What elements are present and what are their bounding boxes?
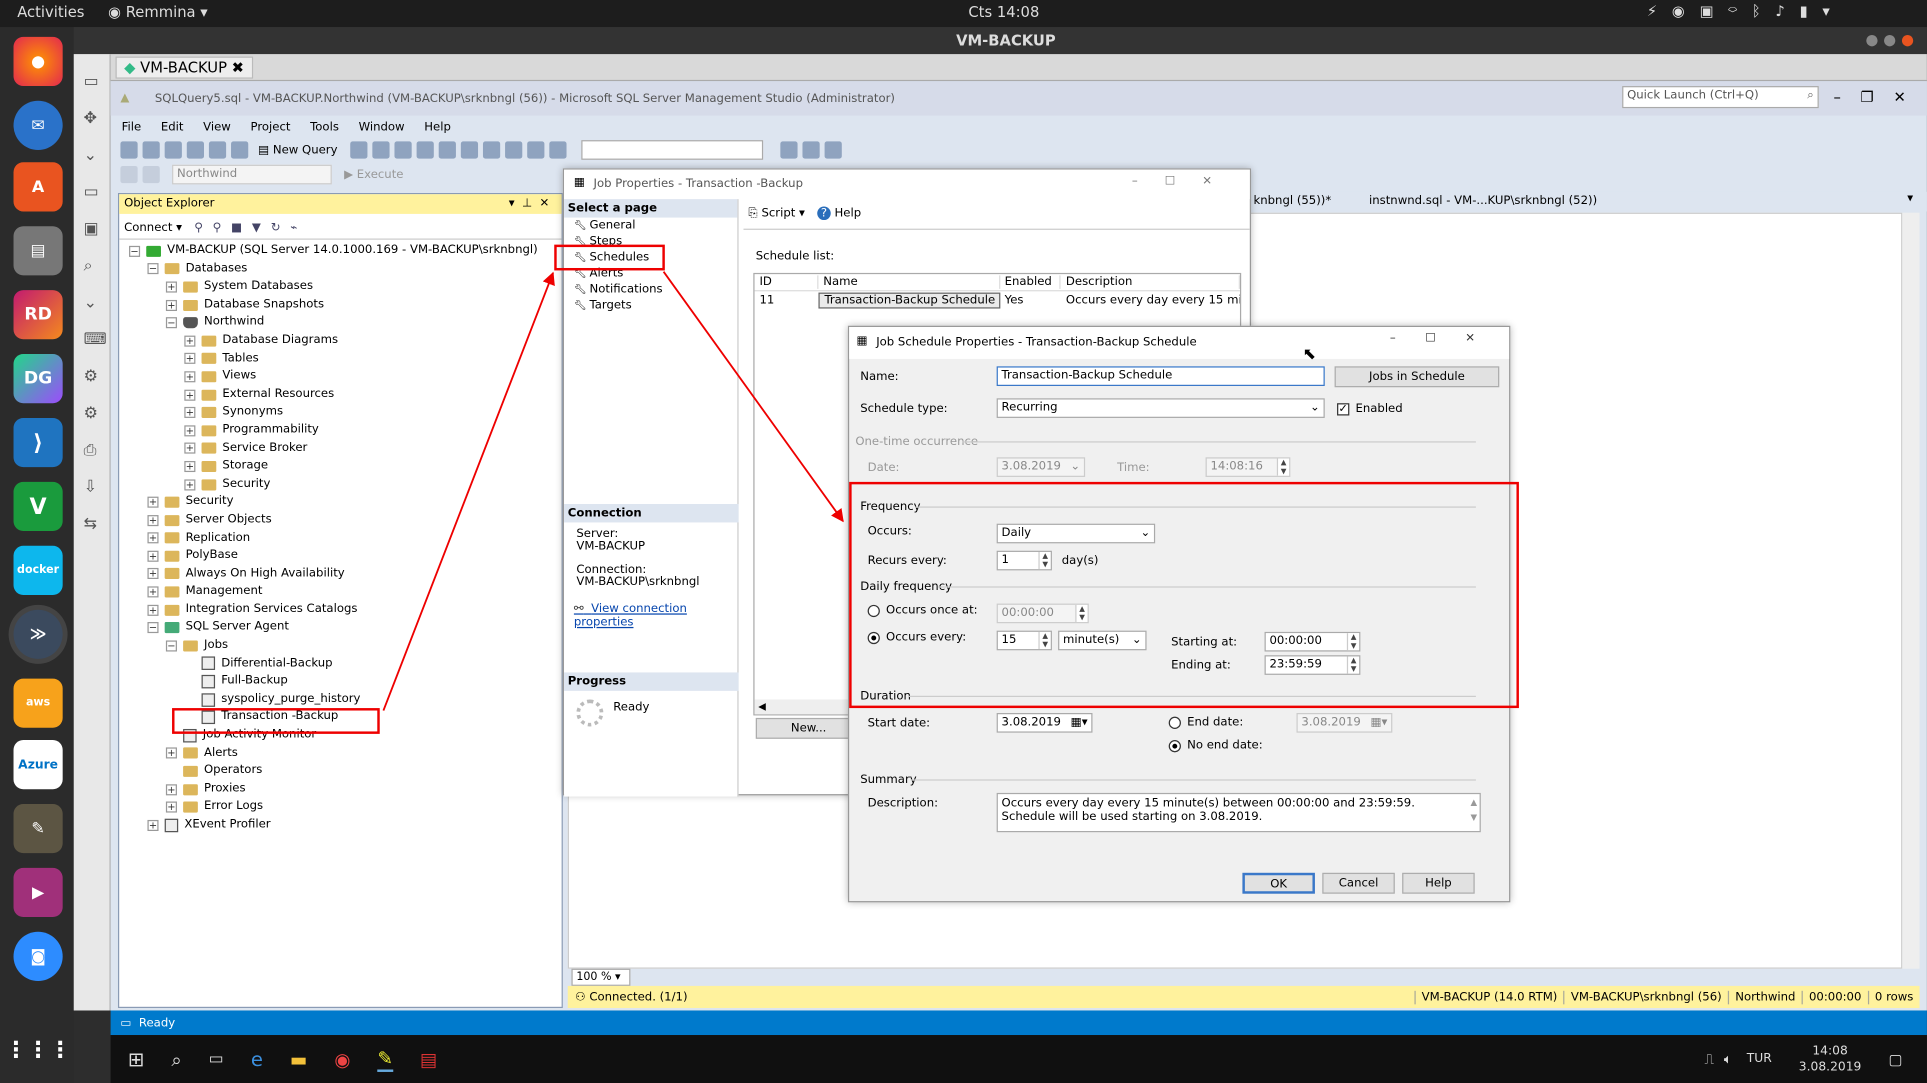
clock[interactable]: Cts 14:08 [968, 4, 1039, 21]
close-tab-icon[interactable]: ✖ [232, 59, 244, 76]
remmina-tab-bar: ◆ VM-BACKUP ✖ [110, 54, 1927, 82]
vscode-icon[interactable]: ⟩ [13, 417, 63, 468]
windows-start-icon[interactable]: ⊞ [128, 1047, 144, 1070]
window-controls[interactable]: ●●● [1865, 31, 1918, 48]
taskbar-time: 14:08 [1812, 1044, 1848, 1058]
thunderbird-icon[interactable]: ✉ [13, 100, 63, 150]
docker-label: docker [17, 564, 60, 577]
activities-button[interactable]: Activities [17, 4, 84, 21]
docker-icon[interactable]: docker [13, 545, 63, 595]
datagrip-label: DG [23, 368, 53, 389]
vim-icon[interactable]: V [13, 481, 63, 532]
datagrip-icon[interactable]: DG [13, 354, 63, 404]
zoom-tray-icon[interactable]: ◉ [1672, 2, 1700, 19]
azure-icon[interactable]: Azure [13, 740, 63, 790]
windows-taskbar: ⊞ ⌕ ▭ e ▬ ◉ ✎ ▤ ⎍ 🔈︎ TUR 14:08 3.08.2019 … [110, 1035, 1927, 1083]
search-icon[interactable]: ⌕ [171, 1048, 181, 1070]
rider-icon[interactable]: RD [13, 290, 63, 340]
arrow-to-frequency [662, 271, 844, 523]
remmina-small-icon: ◉ [108, 3, 126, 21]
ssms-status-bar: ▭ Ready [110, 1010, 1927, 1036]
vpn-icon[interactable]: ⚡ [1647, 2, 1672, 19]
wifi-icon[interactable]: ⌔ [1728, 2, 1752, 19]
chrome-icon[interactable]: ◉ [334, 1048, 350, 1070]
ssms-window: ▲ SQLQuery5.sql - VM-BACKUP.Northwind (V… [110, 81, 1927, 1036]
gimp-icon[interactable]: ✎ [13, 803, 63, 854]
mouse-cursor-icon: ⬉ [1302, 345, 1317, 364]
tray-icons[interactable]: ⚡◉▣⌔ᛒ♪▮▾ [1647, 2, 1845, 19]
taskbar-clock[interactable]: 14:08 3.08.2019 [1799, 1043, 1862, 1075]
minimize-icon[interactable]: ● [1865, 31, 1883, 48]
remmina-toolbar: ▭ ✥ ⌄ ▭ ▣ ⌕ ⌄ ⌨ ⚙ ⚙ ⎙ ⇩ ⇆ [73, 54, 111, 1011]
battery-icon[interactable]: ▮ [1800, 2, 1823, 19]
remmina-app-menu[interactable]: ◉ Remmina ▾ [108, 4, 208, 21]
ubuntu-dock: ● ✉ A ▤ RD DG ⟩ V docker ≫ aws Azure ✎ ▶… [0, 27, 74, 1083]
aws-label: aws [25, 697, 51, 710]
power-icon[interactable]: ▾ [1822, 2, 1844, 19]
volume-icon[interactable]: ♪ [1775, 2, 1799, 19]
network-icon[interactable]: ⎍ [1705, 1050, 1714, 1067]
remmina-titlebar: VM-BACKUP ●●● [73, 27, 1927, 55]
maximize-icon[interactable]: ● [1883, 31, 1901, 48]
volume-muted-icon[interactable]: 🔈︎ [1724, 1050, 1732, 1067]
taskbar-date: 3.08.2019 [1798, 1060, 1862, 1074]
connection-icon: ◆ [124, 59, 136, 77]
status-ready: Ready [138, 1016, 176, 1030]
remmina-window-title: VM-BACKUP [956, 31, 1056, 50]
files-icon[interactable]: ▤ [13, 226, 63, 276]
tab-label: VM-BACKUP [140, 59, 227, 77]
aws-icon[interactable]: aws [13, 678, 63, 728]
video-icon[interactable]: ▶ [13, 867, 63, 918]
notifications-icon[interactable]: ▢ [1888, 1050, 1902, 1067]
status-icon: ▭ [120, 1016, 132, 1030]
remmina-tool-icons[interactable]: ▭ ✥ ⌄ ▭ ▣ ⌕ ⌄ ⌨ ⚙ ⚙ ⎙ ⇩ ⇆ [84, 64, 107, 543]
annotation-arrows [382, 271, 844, 711]
app-menu-label: Remmina [125, 3, 196, 21]
remmina-tab[interactable]: ◆ VM-BACKUP ✖ [115, 56, 253, 79]
close-icon[interactable]: ● [1901, 31, 1919, 48]
software-center-icon[interactable]: A [13, 162, 63, 212]
task-view-icon[interactable]: ▭ [209, 1050, 224, 1068]
remmina-icon[interactable]: ≫ [13, 609, 63, 659]
firefox-icon[interactable]: ● [13, 36, 63, 87]
ubuntu-top-bar: Activities ◉ Remmina ▾ Cts 14:08 ⚡◉▣⌔ᛒ♪▮… [0, 0, 1927, 28]
file-explorer-icon[interactable]: ▬ [290, 1048, 307, 1070]
edge-icon[interactable]: e [251, 1047, 263, 1070]
app-taskbar-icon[interactable]: ▤ [420, 1048, 437, 1070]
arrow-to-schedules [382, 271, 555, 711]
app-grid-icon[interactable]: ⋮⋮⋮ [5, 1025, 71, 1074]
zoom-icon[interactable]: ◙ [13, 931, 63, 981]
language-indicator[interactable]: TUR [1747, 1052, 1772, 1066]
rider-label: RD [24, 304, 52, 325]
camera-icon[interactable]: ▣ [1699, 2, 1728, 19]
bluetooth-icon[interactable]: ᛒ [1752, 2, 1776, 19]
azure-label: Azure [18, 757, 59, 772]
ssms-taskbar-icon[interactable]: ✎ [377, 1047, 394, 1072]
